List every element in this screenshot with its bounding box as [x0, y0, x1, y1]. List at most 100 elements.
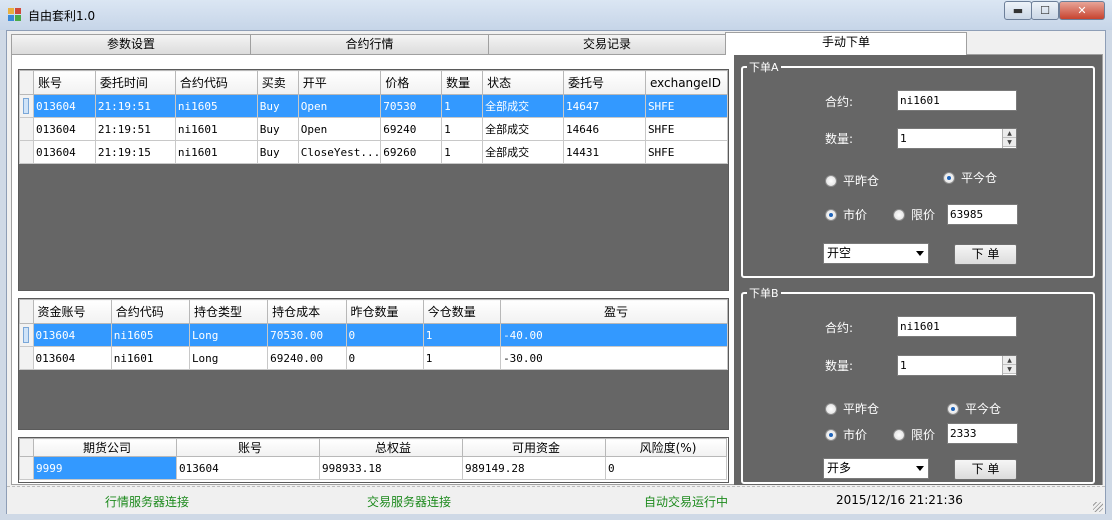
radio-close-today-b[interactable]: 平今仓: [947, 400, 1001, 417]
table-cell[interactable]: 14647: [563, 94, 646, 118]
column-header[interactable]: 合约代码: [174, 70, 258, 95]
table-cell[interactable]: 1: [441, 94, 484, 118]
spin-buttons[interactable]: ▲ ▼: [1002, 129, 1016, 148]
tab-quotes[interactable]: 合约行情: [250, 34, 489, 54]
radio-close-yesterday-b[interactable]: 平昨仓: [825, 400, 879, 417]
table-cell[interactable]: 0: [345, 323, 424, 347]
column-header[interactable]: 价格: [380, 70, 443, 95]
table-cell[interactable]: Buy: [256, 140, 299, 164]
table-cell[interactable]: 69260: [380, 140, 443, 164]
table-row[interactable]: 013604 ni1601 Long 69240.00 0 1 -30.00: [19, 346, 728, 370]
table-cell[interactable]: 0: [345, 346, 424, 370]
column-header[interactable]: 盈亏: [500, 299, 728, 324]
column-header[interactable]: 状态: [482, 70, 565, 95]
column-header[interactable]: 合约代码: [110, 299, 190, 324]
limit-price-input-a[interactable]: 63985: [947, 204, 1018, 225]
submit-order-b-button[interactable]: 下 单: [954, 459, 1017, 480]
column-header[interactable]: 账号: [176, 438, 320, 457]
column-header[interactable]: 期货公司: [33, 438, 177, 457]
table-row[interactable]: 013604 ni1605 Long 70530.00 0 1 -40.00: [19, 323, 728, 347]
minimize-button[interactable]: ▬: [1004, 1, 1032, 20]
action-select-b[interactable]: 开多: [823, 458, 929, 479]
table-cell[interactable]: -30.00: [500, 346, 728, 370]
table-cell[interactable]: 全部成交: [482, 117, 565, 141]
table-cell[interactable]: 全部成交: [482, 140, 565, 164]
resize-grip-icon[interactable]: [1093, 502, 1103, 512]
table-row[interactable]: 013604 21:19:51 ni1605 Buy Open 70530 1 全部成交 146…: [19, 94, 728, 118]
table-cell[interactable]: 1: [422, 323, 502, 347]
close-button[interactable]: ✕: [1059, 1, 1105, 20]
row-header[interactable]: [19, 94, 34, 118]
column-header[interactable]: 开平: [297, 70, 382, 95]
table-cell[interactable]: Long: [188, 323, 269, 347]
table-cell[interactable]: 989149.28: [462, 456, 606, 480]
table-cell[interactable]: ni1601: [174, 117, 258, 141]
spin-up-icon[interactable]: ▲: [1003, 129, 1016, 138]
table-cell[interactable]: 998933.18: [319, 456, 463, 480]
column-header[interactable]: 委托号: [563, 70, 646, 95]
submit-order-a-button[interactable]: 下 单: [954, 244, 1017, 265]
radio-limit-a[interactable]: 限价: [893, 206, 935, 223]
table-cell[interactable]: 69240.00: [267, 346, 347, 370]
column-header[interactable]: 资金账号: [32, 299, 112, 324]
column-header[interactable]: 总权益: [319, 438, 463, 457]
table-cell[interactable]: 14431: [563, 140, 646, 164]
table-row[interactable]: 013604 21:19:51 ni1601 Buy Open 69240 1 全部成交 146…: [19, 117, 728, 141]
tab-records[interactable]: 交易记录: [488, 34, 726, 54]
table-cell[interactable]: 21:19:15: [94, 140, 176, 164]
table-cell[interactable]: ni1601: [110, 346, 190, 370]
table-cell[interactable]: SHFE: [644, 117, 728, 141]
table-cell[interactable]: 1: [422, 346, 502, 370]
table-cell[interactable]: 013604: [32, 323, 112, 347]
table-cell[interactable]: Buy: [256, 117, 299, 141]
table-cell[interactable]: ni1601: [174, 140, 258, 164]
column-header[interactable]: 委托时间: [94, 70, 176, 95]
table-row[interactable]: 013604 21:19:15 ni1601 Buy CloseYest... 69260…: [19, 140, 728, 164]
column-header[interactable]: exchangeID: [644, 70, 728, 95]
table-cell[interactable]: ni1605: [110, 323, 190, 347]
table-cell[interactable]: Open: [297, 94, 382, 118]
row-header[interactable]: [19, 323, 34, 347]
table-cell[interactable]: 70530.00: [267, 323, 347, 347]
action-select-a[interactable]: 开空: [823, 243, 929, 264]
radio-limit-b[interactable]: 限价: [893, 426, 935, 443]
column-header[interactable]: 持仓类型: [188, 299, 269, 324]
tab-manual-order[interactable]: 手动下单: [725, 32, 967, 55]
quantity-stepper-b[interactable]: 1 ▲ ▼: [897, 355, 1017, 376]
radio-close-yesterday-a[interactable]: 平昨仓: [825, 172, 879, 189]
spin-down-icon[interactable]: ▼: [1003, 365, 1016, 374]
table-cell[interactable]: CloseYest...: [297, 140, 382, 164]
spin-down-icon[interactable]: ▼: [1003, 138, 1016, 147]
table-cell[interactable]: Open: [297, 117, 382, 141]
column-header[interactable]: 账号: [32, 70, 96, 95]
row-header[interactable]: [19, 456, 34, 480]
table-cell[interactable]: 013604: [32, 117, 96, 141]
table-cell[interactable]: 1: [441, 117, 484, 141]
table-cell[interactable]: 70530: [380, 94, 443, 118]
column-header[interactable]: 买卖: [256, 70, 299, 95]
tab-params[interactable]: 参数设置: [11, 34, 251, 54]
radio-market-a[interactable]: 市价: [825, 206, 867, 223]
table-cell[interactable]: SHFE: [644, 140, 728, 164]
radio-market-b[interactable]: 市价: [825, 426, 867, 443]
row-header[interactable]: [19, 117, 34, 141]
table-cell[interactable]: 1: [441, 140, 484, 164]
radio-close-today-a[interactable]: 平今仓: [943, 169, 997, 186]
table-cell[interactable]: -40.00: [500, 323, 728, 347]
contract-input-b[interactable]: ni1601: [897, 316, 1017, 337]
column-header[interactable]: 风险度(%): [605, 438, 727, 457]
table-cell[interactable]: 69240: [380, 117, 443, 141]
column-header[interactable]: 今仓数量: [422, 299, 502, 324]
spin-up-icon[interactable]: ▲: [1003, 356, 1016, 365]
quantity-stepper-a[interactable]: 1 ▲ ▼: [897, 128, 1017, 149]
table-cell[interactable]: 0: [605, 456, 727, 480]
column-header[interactable]: 持仓成本: [267, 299, 347, 324]
spin-buttons[interactable]: ▲ ▼: [1002, 356, 1016, 375]
row-header[interactable]: [19, 140, 34, 164]
column-header[interactable]: 可用资金: [462, 438, 606, 457]
table-cell[interactable]: Buy: [256, 94, 299, 118]
table-cell[interactable]: ni1605: [174, 94, 258, 118]
limit-price-input-b[interactable]: 2333: [947, 423, 1018, 444]
table-cell[interactable]: 9999: [33, 456, 177, 480]
row-header[interactable]: [19, 346, 34, 370]
